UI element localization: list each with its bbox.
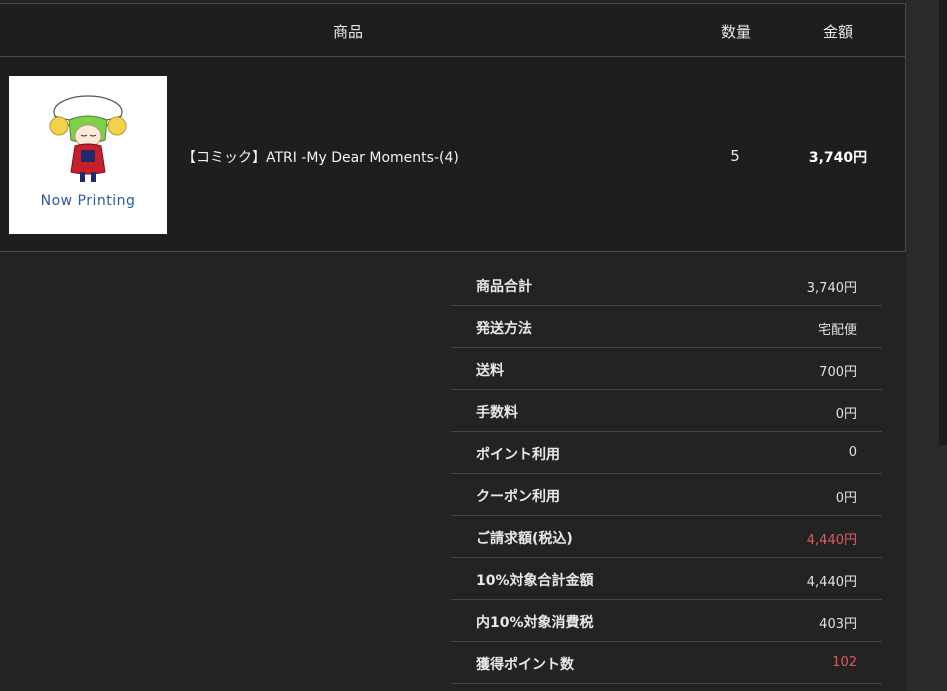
summary-label: 内10%対象消費税 [476, 615, 594, 631]
now-printing-mascot-icon [49, 95, 127, 182]
summary-value: 3,740円 [806, 281, 857, 296]
summary-value: 0円 [835, 491, 857, 506]
header-product: 商品 [332, 23, 363, 41]
summary-value: 403円 [819, 617, 857, 632]
item-price: 3,740円 [808, 150, 868, 166]
summary-label: 手数料 [476, 405, 518, 421]
summary-row-points-earned: 獲得ポイント数 102 [451, 642, 882, 684]
header-amount: 金額 [822, 23, 853, 41]
order-confirmation-page: 商品 数量 金額 Now Printing 【コミック】ATRI -My Dea… [0, 0, 947, 691]
summary-value: 700円 [819, 365, 857, 380]
summary-label: ポイント利用 [476, 447, 560, 463]
summary-label: 商品合計 [476, 279, 532, 295]
summary-value: 0円 [835, 407, 857, 422]
summary-label: クーポン利用 [476, 489, 560, 505]
summary-label: 獲得ポイント数 [476, 657, 574, 673]
summary-row-subtotal: 商品合計 3,740円 [451, 264, 882, 306]
order-summary: 商品合計 3,740円 発送方法 宅配便 送料 700円 手数料 0円 ポイント… [451, 264, 882, 684]
item-quantity: 5 [730, 147, 740, 165]
summary-value-highlight: 102 [832, 655, 857, 670]
summary-label: 発送方法 [476, 321, 532, 337]
summary-label: 送料 [476, 363, 504, 379]
summary-label: ご請求額(税込) [476, 531, 573, 547]
summary-row-10pct-taxable-total: 10%対象合計金額 4,440円 [451, 558, 882, 600]
summary-row-handling-fee: 手数料 0円 [451, 390, 882, 432]
summary-value: 4,440円 [806, 575, 857, 590]
summary-row-coupon-used: クーポン利用 0円 [451, 474, 882, 516]
product-name-link[interactable]: 【コミック】ATRI -My Dear Moments-(4) [182, 147, 459, 167]
summary-label: 10%対象合計金額 [476, 573, 594, 589]
product-thumbnail[interactable]: Now Printing [9, 76, 167, 234]
cart-table-header: 商品 数量 金額 [0, 4, 905, 57]
cart-item-row: Now Printing 【コミック】ATRI -My Dear Moments… [0, 57, 905, 252]
summary-value: 宅配便 [817, 323, 857, 338]
summary-row-10pct-consumption-tax: 内10%対象消費税 403円 [451, 600, 882, 642]
now-printing-label: Now Printing [40, 193, 136, 209]
summary-row-shipping-method: 発送方法 宅配便 [451, 306, 882, 348]
summary-value-highlight: 4,440円 [806, 533, 857, 548]
summary-row-points-used: ポイント利用 0 [451, 432, 882, 474]
summary-value: 0 [848, 445, 857, 460]
scrollbar[interactable] [939, 0, 947, 445]
header-quantity: 数量 [720, 23, 751, 41]
summary-row-total-billed: ご請求額(税込) 4,440円 [451, 516, 882, 558]
cart-table: 商品 数量 金額 Now Printing 【コミック】ATRI -My Dea… [0, 3, 906, 252]
summary-row-shipping-fee: 送料 700円 [451, 348, 882, 390]
